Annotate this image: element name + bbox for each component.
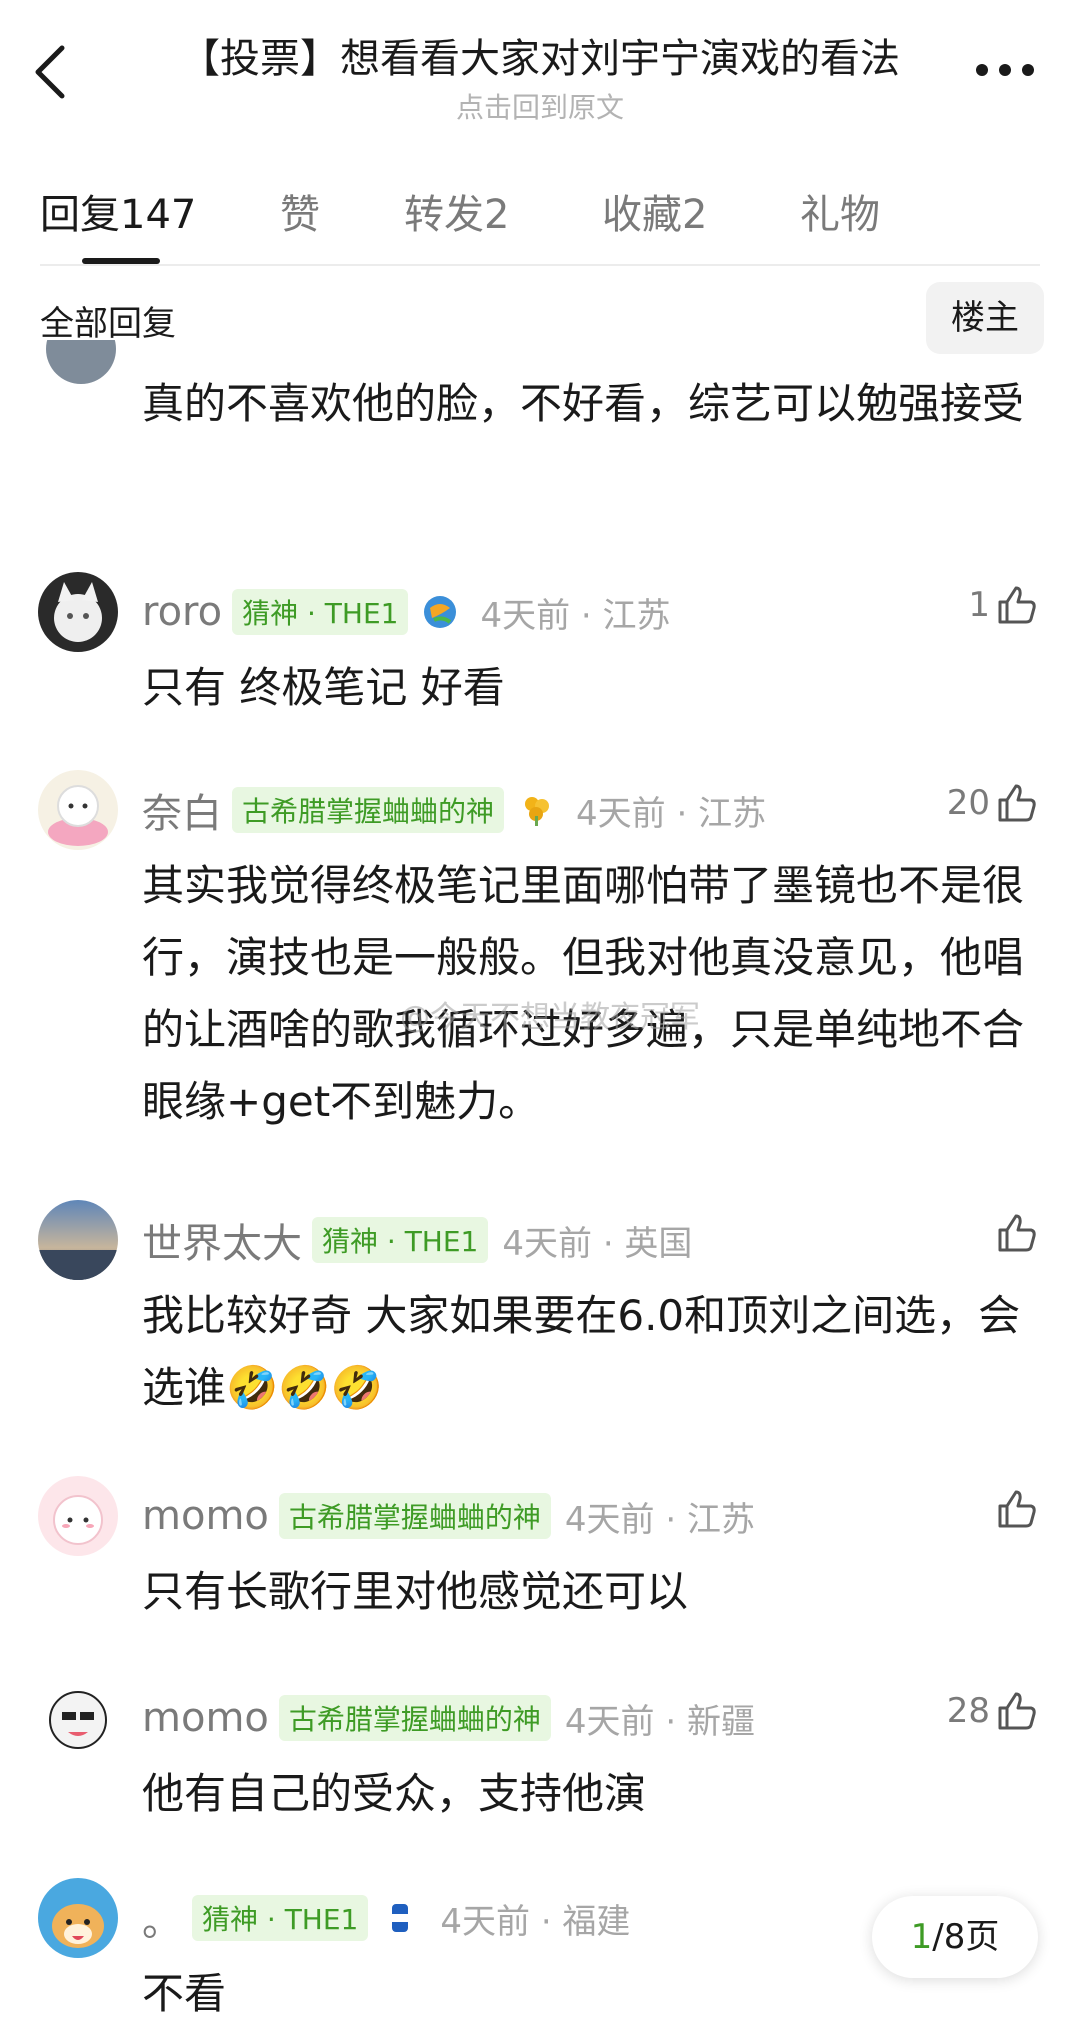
like-button[interactable]: 28 — [947, 1688, 1040, 1734]
all-replies-filter[interactable]: 全部回复 — [40, 296, 176, 345]
like-button[interactable] — [990, 1486, 1040, 1532]
avatar[interactable] — [38, 770, 118, 850]
back-icon — [35, 45, 65, 99]
current-page: 1 — [910, 1917, 933, 1957]
earth-badge-icon — [424, 596, 457, 628]
total-pages: /8页 — [932, 1917, 1000, 1957]
comment-text: 我比较好奇 大家如果要在6.0和顶刘之间选，会选谁🤣🤣🤣 — [142, 1291, 1021, 1412]
like-count: 20 — [946, 783, 990, 823]
tab-likes[interactable]: 赞 — [280, 182, 320, 240]
user-badge[interactable]: 猜神 · THE1 — [312, 1217, 489, 1263]
comment-meta: 。 猜神 · THE1 4天前 · 福建 — [142, 1889, 631, 1947]
top-nav-bar: 【投票】想看看大家对刘宇宁演戏的看法 点击回到原文 — [0, 0, 1080, 160]
comment-meta: 奈白 古希腊掌握蛐蛐的神 4天前 · 江苏 — [142, 781, 767, 839]
username[interactable]: momo — [142, 1493, 269, 1539]
avatar[interactable] — [46, 340, 116, 384]
timestamp-location: 4天前 · 英国 — [502, 1223, 693, 1264]
username[interactable]: roro — [142, 589, 222, 635]
timestamp-location: 4天前 · 江苏 — [564, 1499, 755, 1540]
username[interactable]: momo — [142, 1695, 269, 1741]
like-button[interactable]: 20 — [947, 780, 1040, 826]
post-title[interactable]: 【投票】想看看大家对刘宇宁演戏的看法 — [130, 26, 950, 84]
more-button[interactable] — [970, 50, 1040, 90]
comment-text: 只有 终极笔记 好看 — [142, 663, 505, 712]
more-icon — [976, 64, 1034, 76]
avatar[interactable] — [38, 572, 118, 652]
thumbs-up-icon — [998, 784, 1036, 822]
thumbs-up-icon — [998, 586, 1036, 624]
user-badge[interactable]: 猜神 · THE1 — [232, 589, 409, 635]
timestamp-location: 4天前 · 福建 — [440, 1901, 631, 1942]
thumbs-up-icon — [998, 1214, 1036, 1252]
like-button[interactable] — [990, 1210, 1040, 1256]
back-button[interactable] — [30, 42, 90, 112]
comment-meta: momo 古希腊掌握蛐蛐的神 4天前 · 新疆 — [142, 1692, 755, 1744]
user-badge[interactable]: 古希腊掌握蛐蛐的神 — [232, 787, 505, 833]
username[interactable]: 奈白 — [142, 781, 222, 839]
user-badge[interactable]: 古希腊掌握蛐蛐的神 — [278, 1695, 551, 1741]
timestamp-location: 4天前 · 新疆 — [564, 1701, 755, 1742]
tab-bar: 回复147 赞 转发2 收藏2 礼物 — [0, 170, 1080, 266]
avatar[interactable] — [38, 1476, 118, 1556]
username[interactable]: 。 — [142, 1889, 182, 1947]
avatar[interactable] — [38, 1678, 118, 1758]
like-count: 1 — [968, 585, 990, 625]
can-badge-icon — [392, 1904, 409, 1932]
comment-text: 真的不喜欢他的脸，不好看，综艺可以勉强接受 — [142, 379, 1025, 428]
comment-meta: roro 猜神 · THE1 4天前 · 江苏 — [142, 586, 671, 638]
tab-reposts[interactable]: 转发2 — [404, 182, 509, 240]
thumbs-up-icon — [998, 1490, 1036, 1528]
flower-badge-icon — [525, 797, 550, 826]
avatar[interactable] — [38, 1878, 118, 1958]
like-count: 28 — [946, 1691, 990, 1731]
comment-text: 他有自己的受众，支持他演 — [142, 1769, 647, 1818]
like-button[interactable]: 1 — [968, 582, 1040, 628]
page-indicator[interactable]: 1/8页 — [872, 1896, 1038, 1978]
tab-favorites[interactable]: 收藏2 — [602, 182, 707, 240]
tab-gifts[interactable]: 礼物 — [800, 182, 880, 240]
user-badge[interactable]: 猜神 · THE1 — [192, 1895, 369, 1941]
tab-replies[interactable]: 回复147 — [40, 182, 196, 240]
back-to-original-link[interactable]: 点击回到原文 — [130, 86, 950, 126]
comment-meta: 世界太大 猜神 · THE1 4天前 · 英国 — [142, 1211, 693, 1269]
timestamp-location: 4天前 · 江苏 — [480, 595, 671, 636]
tabs-divider — [40, 264, 1040, 266]
avatar[interactable] — [38, 1200, 118, 1280]
comment-text: 只有长歌行里对他感觉还可以 — [142, 1567, 689, 1616]
op-only-button[interactable]: 楼主 — [926, 282, 1044, 354]
thumbs-up-icon — [998, 1692, 1036, 1730]
timestamp-location: 4天前 · 江苏 — [576, 793, 767, 834]
username[interactable]: 世界太大 — [142, 1211, 302, 1269]
user-badge[interactable]: 古希腊掌握蛐蛐的神 — [278, 1493, 551, 1539]
comment-meta: momo 古希腊掌握蛐蛐的神 4天前 · 江苏 — [142, 1490, 755, 1542]
watermark: @今天不想当教夜冠军 — [400, 1000, 700, 1035]
